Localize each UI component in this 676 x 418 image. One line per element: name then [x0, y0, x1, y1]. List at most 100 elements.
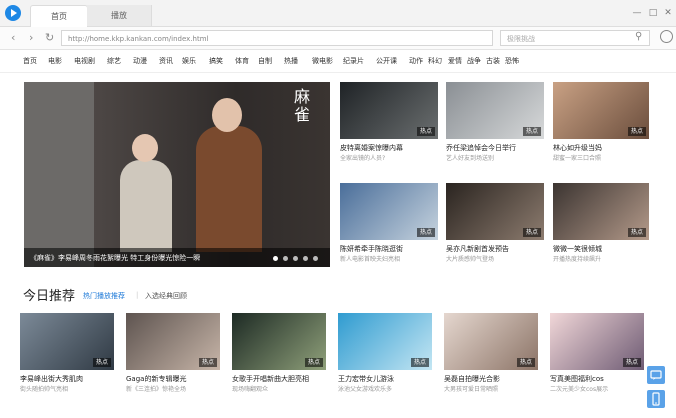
video-title[interactable]: 写真美图福利cos: [550, 374, 646, 384]
hero-carousel[interactable]: 麻雀 《麻雀》李易峰周冬雨花絮曝光 特工身份曝光惊险一瞬: [24, 82, 330, 267]
carousel-dot[interactable]: [303, 256, 308, 261]
chevron-right-icon[interactable]: ›: [29, 31, 33, 45]
nav-category[interactable]: 首页: [23, 56, 37, 66]
hero-title-art: 麻雀: [294, 87, 311, 124]
video-thumbnail[interactable]: 热点: [446, 82, 544, 139]
hot-badge: 热点: [416, 127, 435, 136]
chat-icon[interactable]: [647, 366, 665, 384]
video-thumbnail[interactable]: 热点: [553, 183, 649, 240]
divider: [0, 72, 676, 73]
carousel-dot[interactable]: [293, 256, 298, 261]
tab-player[interactable]: 播放: [87, 5, 152, 26]
chevron-left-icon[interactable]: ‹: [11, 31, 15, 45]
hot-badge: 热点: [416, 228, 435, 237]
nav-category[interactable]: 动作: [409, 56, 423, 66]
nav-category[interactable]: 体育: [235, 56, 249, 66]
video-thumbnail[interactable]: 热点: [340, 183, 438, 240]
restore-button[interactable]: □: [648, 8, 658, 18]
carousel-dot[interactable]: [273, 256, 278, 261]
video-subtitle: 泳池父女游戏欢乐多: [338, 386, 393, 393]
video-thumbnail[interactable]: 热点: [550, 313, 644, 370]
refresh-icon[interactable]: ↻: [45, 31, 54, 45]
nav-category[interactable]: 战争: [467, 56, 481, 66]
nav-category[interactable]: 娱乐: [182, 56, 196, 66]
video-title[interactable]: Gaga的新专辑曝光: [126, 374, 222, 384]
url-input[interactable]: http://home.kkp.kankan.com/index.html: [61, 30, 493, 46]
mobile-icon[interactable]: [647, 390, 665, 408]
search-icon[interactable]: ⚲: [635, 31, 642, 42]
nav-category[interactable]: 恐怖: [505, 56, 519, 66]
nav-category[interactable]: 科幻: [428, 56, 442, 66]
hero-figure-right-head: [212, 98, 242, 132]
hot-badge: 热点: [627, 228, 646, 237]
hot-badge: 热点: [92, 358, 111, 367]
video-subtitle: 新人电影首映夫妇亮相: [340, 256, 401, 263]
nav-category[interactable]: 古装: [486, 56, 500, 66]
search-input[interactable]: 极限挑战: [500, 30, 650, 46]
video-subtitle: 二次元美少女cos展示: [550, 386, 609, 393]
video-thumbnail[interactable]: 热点: [20, 313, 114, 370]
carousel-dot[interactable]: [313, 256, 318, 261]
hero-image-wall: [24, 82, 94, 267]
menu-icon[interactable]: [660, 30, 673, 43]
hero-figure-right: [196, 126, 262, 252]
close-button[interactable]: ✕: [663, 8, 673, 18]
hero-figure-left: [120, 160, 172, 252]
nav-category[interactable]: 公开课: [376, 56, 397, 66]
minimize-button[interactable]: —: [632, 8, 642, 18]
video-thumbnail[interactable]: 热点: [340, 82, 438, 139]
video-title[interactable]: 王力宏带女儿游泳: [338, 374, 434, 384]
hot-badge: 热点: [627, 127, 646, 136]
video-title[interactable]: 吴亦凡新剧首发预告: [446, 244, 546, 254]
hot-badge: 热点: [516, 358, 535, 367]
nav-category[interactable]: 电视剧: [74, 56, 95, 66]
video-subtitle: 现场嗨翻观众: [232, 386, 269, 393]
video-thumbnail[interactable]: 热点: [126, 313, 220, 370]
video-title[interactable]: 林心如升级当妈: [553, 143, 653, 153]
nav-category[interactable]: 爱情: [448, 56, 462, 66]
nav-category[interactable]: 微电影: [312, 56, 333, 66]
video-thumbnail[interactable]: 热点: [444, 313, 538, 370]
hot-badge: 热点: [410, 358, 429, 367]
nav-category[interactable]: 综艺: [107, 56, 121, 66]
divider: |: [136, 291, 139, 299]
hot-badge: 热点: [622, 358, 641, 367]
hero-figure-left-head: [132, 134, 158, 162]
video-title[interactable]: 吴磊自拍曝光合影: [444, 374, 540, 384]
hero-caption[interactable]: 《麻雀》李易峰周冬雨花絮曝光 特工身份曝光惊险一瞬: [30, 253, 200, 263]
video-title[interactable]: 乔任梁追悼会今日举行: [446, 143, 546, 153]
video-title[interactable]: 陈妍希牵手陈晓逛街: [340, 244, 440, 254]
section-tab[interactable]: 入选经典回顾: [145, 291, 187, 301]
hot-badge: 热点: [198, 358, 217, 367]
video-title[interactable]: 微微一笑很倾城: [553, 244, 653, 254]
nav-category[interactable]: 搞笑: [209, 56, 223, 66]
nav-category[interactable]: 自制: [258, 56, 272, 66]
video-subtitle: 街头随拍帅气亮相: [20, 386, 69, 393]
video-thumbnail[interactable]: 热点: [553, 82, 649, 139]
category-nav: [0, 50, 676, 70]
section-title: 今日推荐: [23, 289, 76, 304]
video-title[interactable]: 李易峰出街大秀肌肉: [20, 374, 116, 384]
video-subtitle: 大片质感帅气登场: [446, 256, 495, 263]
section-tab-active[interactable]: 热门播放推荐: [83, 291, 125, 301]
hot-badge: 热点: [304, 358, 323, 367]
video-thumbnail[interactable]: 热点: [338, 313, 432, 370]
hot-badge: 热点: [522, 127, 541, 136]
video-subtitle: 全家出镜的人员?: [340, 155, 386, 162]
nav-category[interactable]: 热播: [284, 56, 298, 66]
video-title[interactable]: 女歌手开唱新曲大胆亮相: [232, 374, 328, 384]
nav-category[interactable]: 电影: [48, 56, 62, 66]
video-thumbnail[interactable]: 热点: [446, 183, 544, 240]
nav-category[interactable]: 纪录片: [343, 56, 364, 66]
nav-category[interactable]: 动漫: [133, 56, 147, 66]
video-subtitle: 艺人好友到场送别: [446, 155, 495, 162]
video-title[interactable]: 皮特离婚案惊曝内幕: [340, 143, 440, 153]
hot-badge: 热点: [522, 228, 541, 237]
nav-category[interactable]: 资讯: [159, 56, 173, 66]
video-thumbnail[interactable]: 热点: [232, 313, 326, 370]
play-logo-icon[interactable]: [5, 5, 21, 21]
video-subtitle: 大男孩可爱日常晒照: [444, 386, 499, 393]
carousel-dot[interactable]: [283, 256, 288, 261]
tab-home[interactable]: 首页: [30, 5, 88, 27]
video-subtitle: 新《三连拍》惊艳全场: [126, 386, 187, 393]
